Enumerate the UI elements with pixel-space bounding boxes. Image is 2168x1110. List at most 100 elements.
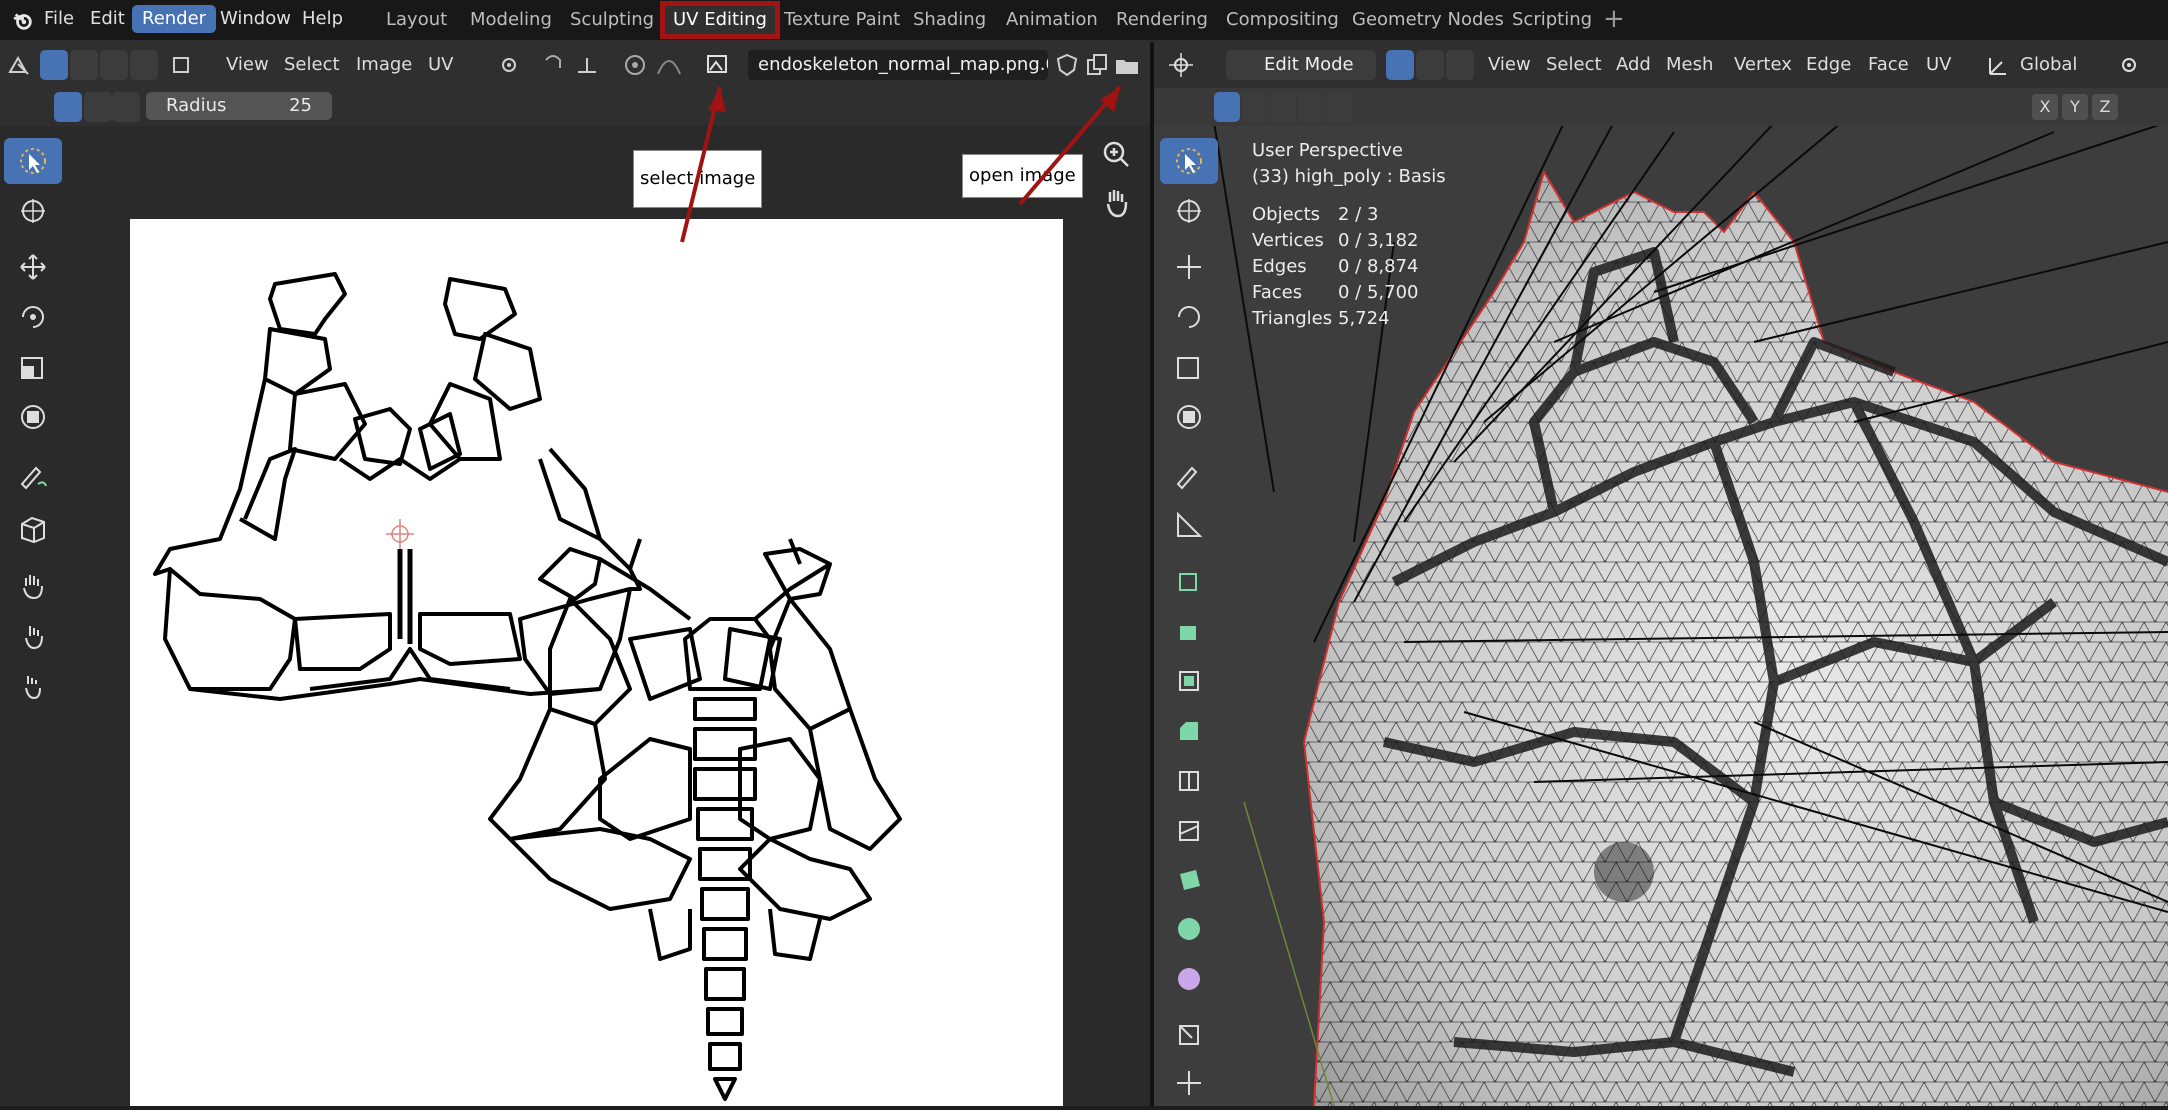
vp-measure-tool-icon[interactable] [1160, 502, 1218, 548]
rotate-tool-icon[interactable] [4, 294, 62, 340]
vp-loop-cut-tool-icon[interactable] [1160, 756, 1218, 802]
transform-orientation-icon[interactable] [1984, 50, 2014, 80]
select-tool-icon[interactable] [4, 138, 62, 184]
tab-animation[interactable]: Animation [998, 6, 1106, 34]
mirror-y-toggle[interactable]: Y [2062, 94, 2088, 120]
vp-scale-tool-icon[interactable] [1160, 344, 1218, 390]
image-browse-icon[interactable] [704, 50, 744, 80]
open-image-folder-icon[interactable] [1112, 50, 1142, 80]
radius-slider[interactable]: Radius 25 [146, 92, 332, 120]
image-name-field[interactable]: endoskeleton_normal_map.png.001 [748, 50, 1048, 80]
vp-shrink-fatten-tool-icon[interactable] [1160, 1060, 1218, 1106]
viewport-editor-type-icon[interactable] [1166, 50, 1206, 80]
move-tool-icon[interactable] [4, 244, 62, 290]
vp-menu-mesh[interactable]: Mesh [1666, 50, 1713, 80]
tab-modeling[interactable]: Modeling [462, 6, 560, 34]
uv-menu-view[interactable]: View [226, 50, 269, 80]
sync-select-button[interactable] [40, 50, 68, 80]
vp-select-invert-button[interactable] [1298, 92, 1324, 122]
vp-transform-tool-icon[interactable] [1160, 394, 1218, 440]
menu-edit[interactable]: Edit [80, 5, 135, 33]
vertex-select-button[interactable] [70, 50, 98, 80]
sticky-select-icon[interactable] [168, 50, 208, 80]
edge-select-button[interactable] [100, 50, 128, 80]
transform-tool-icon[interactable] [4, 394, 62, 440]
menu-file[interactable]: File [34, 5, 84, 33]
uv-menu-uv[interactable]: UV [428, 50, 454, 80]
snap-icon[interactable] [538, 50, 568, 80]
vp-menu-view[interactable]: View [1488, 50, 1531, 80]
vertex-mode-button[interactable] [1386, 50, 1414, 80]
vp-menu-select[interactable]: Select [1546, 50, 1602, 80]
select-mode-new-button[interactable] [54, 92, 82, 122]
vp-move-tool-icon[interactable] [1160, 244, 1218, 290]
vp-select-tool-icon[interactable] [1160, 138, 1218, 184]
tab-geometry-nodes[interactable]: Geometry Nodes [1344, 6, 1512, 34]
scale-tool-icon[interactable] [4, 344, 62, 390]
rip-region-tool-icon[interactable] [4, 506, 62, 552]
select-mode-extend-button[interactable] [84, 92, 112, 122]
vp-extrude-tool-icon[interactable] [1160, 606, 1218, 652]
pinch-tool-icon[interactable] [4, 662, 62, 708]
uv-menu-select[interactable]: Select [284, 50, 340, 80]
vp-bevel-tool-icon[interactable] [1160, 706, 1218, 752]
edge-mode-button[interactable] [1416, 50, 1444, 80]
vp-select-subtract-button[interactable] [1270, 92, 1296, 122]
snap-target-icon[interactable] [572, 50, 602, 80]
proportional-edit-icon[interactable] [620, 50, 650, 80]
blender-logo-icon[interactable] [12, 10, 34, 32]
tab-layout[interactable]: Layout [378, 6, 455, 34]
pivot-icon[interactable] [494, 50, 530, 80]
vp-menu-vertex[interactable]: Vertex [1734, 50, 1792, 80]
pan-view-icon[interactable] [1100, 186, 1132, 218]
mirror-z-toggle[interactable]: Z [2092, 94, 2118, 120]
vp-select-new-button[interactable] [1214, 92, 1240, 122]
vp-edge-slide-tool-icon[interactable] [1160, 1010, 1218, 1056]
tab-scripting[interactable]: Scripting [1504, 6, 1600, 34]
vp-annotate-tool-icon[interactable] [1160, 452, 1218, 498]
vp-menu-edge[interactable]: Edge [1806, 50, 1851, 80]
viewport-pivot-icon[interactable] [2114, 50, 2154, 80]
face-select-button[interactable] [130, 50, 158, 80]
edit-mode-dropdown[interactable]: Edit Mode [1226, 50, 1376, 80]
tab-uv-editing[interactable]: UV Editing [660, 1, 780, 39]
vp-select-intersect-button[interactable] [1326, 92, 1352, 122]
vp-knife-tool-icon[interactable] [1160, 806, 1218, 852]
vp-cursor-tool-icon[interactable] [1160, 188, 1218, 234]
vp-smooth-tool-icon[interactable] [1160, 956, 1218, 1002]
annotate-tool-icon[interactable] [4, 452, 62, 498]
menu-help[interactable]: Help [292, 5, 353, 33]
new-image-icon[interactable] [1082, 50, 1112, 80]
vp-menu-add[interactable]: Add [1616, 50, 1651, 80]
menu-window[interactable]: Window [210, 5, 301, 33]
add-workspace-icon[interactable]: + [1603, 5, 1625, 33]
vp-add-cube-tool-icon[interactable] [1160, 556, 1218, 602]
select-mode-subtract-button[interactable] [112, 92, 140, 122]
fake-user-shield-icon[interactable] [1052, 50, 1082, 80]
face-mode-button[interactable] [1446, 50, 1474, 80]
vp-rotate-tool-icon[interactable] [1160, 294, 1218, 340]
uv-image-canvas[interactable] [130, 219, 1063, 1106]
vp-menu-face[interactable]: Face [1868, 50, 1909, 80]
falloff-icon[interactable] [654, 50, 684, 80]
tab-sculpting[interactable]: Sculpting [562, 6, 662, 34]
vp-select-extend-button[interactable] [1242, 92, 1268, 122]
cursor-tool-icon[interactable] [4, 188, 62, 234]
uv-menu-image[interactable]: Image [356, 50, 412, 80]
mirror-x-toggle[interactable]: X [2032, 94, 2058, 120]
vp-poly-build-tool-icon[interactable] [1160, 856, 1218, 902]
3d-viewport[interactable]: Edit Mode View Select Add Mesh Vertex Ed… [1154, 42, 2168, 1106]
tab-texture-paint[interactable]: Texture Paint [776, 6, 908, 34]
grab-tool-icon[interactable] [4, 562, 62, 608]
menu-render[interactable]: Render [132, 5, 217, 33]
zoom-view-icon[interactable] [1100, 138, 1132, 170]
relax-tool-icon[interactable] [4, 612, 62, 658]
vp-menu-uv[interactable]: UV [1926, 50, 1952, 80]
tab-shading[interactable]: Shading [905, 6, 994, 34]
tab-rendering[interactable]: Rendering [1108, 6, 1216, 34]
editor-type-icon[interactable] [4, 50, 34, 80]
vp-spin-tool-icon[interactable] [1160, 906, 1218, 952]
tab-compositing[interactable]: Compositing [1218, 6, 1347, 34]
orientation-global-dropdown[interactable]: Global [2020, 50, 2077, 80]
vp-inset-tool-icon[interactable] [1160, 656, 1218, 702]
